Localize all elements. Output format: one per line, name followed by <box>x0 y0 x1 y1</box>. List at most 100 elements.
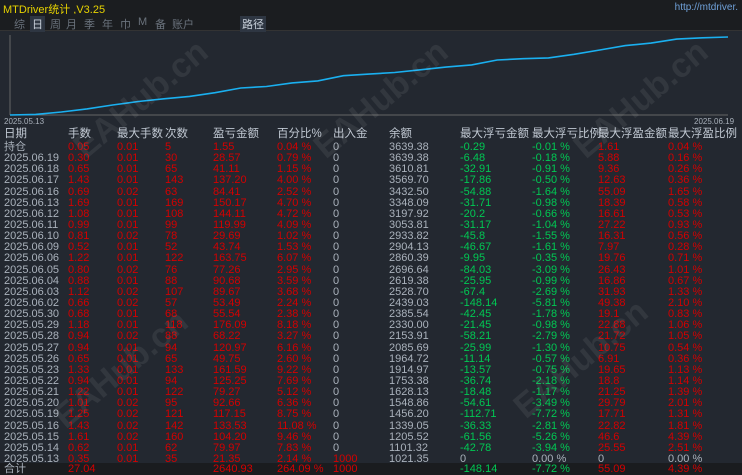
cell-max-float-loss: -58.21 <box>460 330 492 343</box>
column-header-max-float-loss-pct[interactable]: 最大浮亏比例 <box>532 128 601 140</box>
tab-6[interactable]: 巾 <box>118 16 133 32</box>
cell-percent: 8.75 % <box>277 408 312 421</box>
cell-count: 160 <box>165 430 184 443</box>
tab-5[interactable]: 年 <box>100 16 115 32</box>
cell-max-float-profit-pct: 1.05 % <box>668 330 703 343</box>
cell-max-float-loss: -61.56 <box>460 430 492 443</box>
tab-1[interactable]: 日 <box>30 16 45 32</box>
cell-percent: 11.08 % <box>277 419 317 432</box>
cell-date: 2025.06.06 <box>4 252 60 265</box>
cell-pnl: 163.75 <box>213 252 247 265</box>
cell-deposit: 0 <box>333 352 340 365</box>
cell-deposit: 0 <box>333 341 340 354</box>
column-header-percent[interactable]: 百分比% <box>277 128 322 140</box>
cell-pnl: 104.20 <box>213 430 247 443</box>
tab-0[interactable]: 综 <box>12 16 27 32</box>
cell-max-float-profit: 22.82 <box>598 419 626 432</box>
cell-max-lots: 0.01 <box>117 341 139 354</box>
cell-max-float-profit: 46.6 <box>598 430 620 443</box>
total-row-bg <box>0 463 742 475</box>
tab-2[interactable]: 周 <box>48 16 63 32</box>
chart-start-label: 2025.05.13 <box>4 117 45 126</box>
total-deposit: 1000 <box>333 463 358 475</box>
cell-balance: 2696.64 <box>389 263 429 276</box>
total-date: 合计 <box>4 463 26 475</box>
column-header-max-float-profit-pct[interactable]: 最大浮盈比例 <box>668 128 737 140</box>
column-header-balance[interactable]: 余额 <box>389 128 412 140</box>
column-header-lots[interactable]: 手数 <box>68 128 91 140</box>
tab-9[interactable]: 账户 <box>170 16 196 32</box>
cell-max-float-profit: 21.72 <box>598 330 626 343</box>
cell-balance: 3432.50 <box>389 185 429 198</box>
cell-lots: 1.61 <box>68 430 90 443</box>
total-max-float-profit: 55.09 <box>598 463 626 475</box>
cell-pnl: 120.97 <box>213 341 247 354</box>
cell-max-float-profit-pct: 1.81 % <box>668 419 703 432</box>
cell-max-float-loss-pct: -1.30 % <box>532 341 570 354</box>
cell-count: 122 <box>165 252 184 265</box>
cell-date: 2025.06.17 <box>4 174 60 187</box>
cell-max-float-loss-pct: -0.57 % <box>532 352 570 365</box>
column-header-deposit[interactable]: 出入金 <box>333 128 368 140</box>
cell-max-float-profit: 19.76 <box>598 252 626 265</box>
column-header-date[interactable]: 日期 <box>4 128 27 140</box>
tab-7[interactable]: M <box>136 16 149 28</box>
cell-max-float-loss-pct: -3.09 % <box>532 263 570 276</box>
equity-line <box>9 36 729 116</box>
cell-date: 2025.05.16 <box>4 419 60 432</box>
cell-max-lots: 0.01 <box>117 174 139 187</box>
cell-count: 63 <box>165 185 178 198</box>
cell-balance: 2085.69 <box>389 341 429 354</box>
column-header-count[interactable]: 次数 <box>165 128 188 140</box>
cell-deposit: 0 <box>333 263 340 276</box>
cell-lots: 1.22 <box>68 252 90 265</box>
cell-count: 94 <box>165 341 178 354</box>
path-button[interactable]: 路径 <box>240 16 266 32</box>
cell-date: 2025.05.19 <box>4 408 60 421</box>
cell-deposit: 0 <box>333 430 340 443</box>
tab-8[interactable]: 备 <box>153 16 168 32</box>
cell-max-lots: 0.01 <box>117 252 139 265</box>
cell-max-float-profit-pct: 1.31 % <box>668 408 703 421</box>
tab-3[interactable]: 月 <box>64 16 79 32</box>
tab-4[interactable]: 季 <box>82 16 97 32</box>
cell-max-float-loss-pct: -2.81 % <box>532 419 570 432</box>
cell-max-lots: 0.02 <box>117 185 139 198</box>
cell-max-float-profit: 55.09 <box>598 185 626 198</box>
column-header-pnl[interactable]: 盈亏金额 <box>213 128 259 140</box>
cell-date: 2025.05.26 <box>4 352 60 365</box>
cell-max-float-profit-pct: 0.36 % <box>668 174 703 187</box>
cell-max-float-loss-pct: -7.72 % <box>532 408 570 421</box>
cell-max-float-profit-pct: 0.54 % <box>668 341 703 354</box>
total-max-float-loss: -148.14 <box>460 463 498 475</box>
cell-lots: 0.94 <box>68 330 90 343</box>
cell-percent: 6.07 % <box>277 252 312 265</box>
column-header-max-float-loss[interactable]: 最大浮亏金额 <box>460 128 529 140</box>
cell-max-lots: 0.02 <box>117 330 139 343</box>
cell-max-lots: 0.02 <box>117 430 139 443</box>
cell-max-float-profit: 6.91 <box>598 352 620 365</box>
cell-date: 2025.06.16 <box>4 185 60 198</box>
cell-pnl: 117.15 <box>213 408 246 421</box>
website-link[interactable]: http://mtdriver. <box>675 2 738 13</box>
cell-deposit: 0 <box>333 252 340 265</box>
cell-pnl: 49.75 <box>213 352 241 365</box>
cell-max-float-loss: -25.99 <box>460 341 492 354</box>
cell-balance: 2860.39 <box>389 252 429 265</box>
cell-pnl: 68.22 <box>213 330 241 343</box>
cell-max-float-profit-pct: 0.36 % <box>668 352 703 365</box>
cell-lots: 0.94 <box>68 341 90 354</box>
cell-percent: 6.16 % <box>277 341 312 354</box>
cell-pnl: 137.20 <box>213 174 247 187</box>
cell-max-float-profit: 26.43 <box>598 263 626 276</box>
total-max-float-loss-pct: -7.72 % <box>532 463 570 475</box>
column-header-max-float-profit[interactable]: 最大浮盈金额 <box>598 128 667 140</box>
column-header-max-lots[interactable]: 最大手数 <box>117 128 163 140</box>
cell-lots: 1.25 <box>68 408 90 421</box>
cell-date: 2025.06.05 <box>4 263 60 276</box>
cell-date: 2025.05.27 <box>4 341 60 354</box>
cell-balance: 1205.52 <box>389 430 429 443</box>
cell-max-float-profit: 12.63 <box>598 174 626 187</box>
cell-max-float-loss-pct: -0.50 % <box>532 174 570 187</box>
cell-count: 65 <box>165 352 178 365</box>
